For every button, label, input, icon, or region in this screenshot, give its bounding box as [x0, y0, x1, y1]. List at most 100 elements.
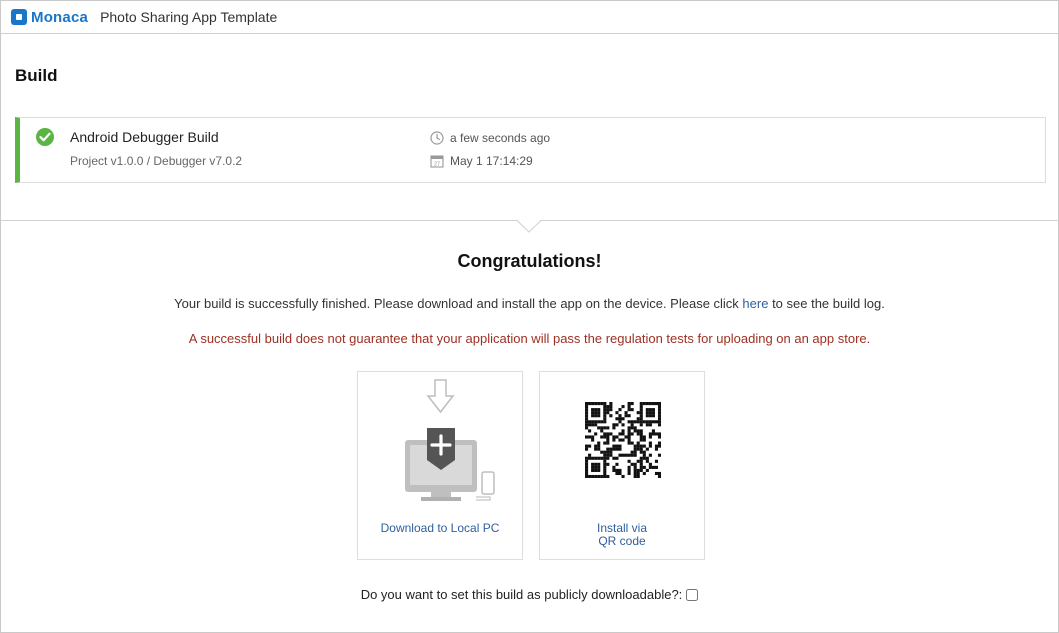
qr-module: [603, 465, 607, 469]
qr-module: [594, 462, 598, 466]
qr-module: [585, 435, 589, 439]
qr-module: [636, 417, 640, 421]
qr-module: [600, 456, 604, 460]
qr-module: [642, 444, 646, 448]
qr-module: [621, 429, 625, 433]
qr-module: [627, 468, 631, 472]
qr-module: [585, 474, 589, 478]
qr-module: [609, 432, 613, 436]
qr-module: [585, 420, 589, 424]
qr-module: [636, 420, 640, 424]
qr-module: [594, 423, 598, 427]
qr-module: [603, 450, 607, 454]
qr-module: [597, 474, 601, 478]
qr-module: [636, 471, 640, 476]
qr-module: [618, 444, 622, 448]
qr-module: [597, 456, 601, 460]
qr-module: [588, 474, 592, 478]
qr-module: [642, 471, 646, 476]
build-date-row: 27 May 1 17:14:29: [430, 154, 533, 168]
download-to-pc-button[interactable]: Download to Local PC: [357, 371, 523, 560]
qr-module: [654, 465, 659, 469]
qr-module: [615, 468, 619, 472]
qr-module: [603, 435, 607, 439]
qr-module: [645, 459, 649, 463]
qr-module: [603, 417, 607, 421]
qr-module: [585, 444, 589, 448]
qr-module: [648, 402, 652, 406]
qr-module: [639, 405, 643, 409]
qr-module: [609, 405, 613, 409]
qr-module: [633, 429, 637, 433]
qr-module: [609, 447, 613, 451]
qr-module: [651, 465, 655, 469]
qr-module: [639, 408, 643, 412]
qr-module: [621, 423, 625, 427]
qr-module: [618, 447, 622, 451]
project-title: Photo Sharing App Template: [100, 9, 278, 25]
qr-module: [648, 423, 652, 427]
qr-module: [639, 450, 643, 454]
public-download-checkbox[interactable]: [686, 588, 699, 601]
qr-module: [624, 411, 628, 415]
qr-module: [633, 444, 637, 448]
clock-icon: [430, 131, 444, 145]
public-download-label: Do you want to set this build as publicl…: [360, 587, 683, 602]
qr-module: [591, 411, 595, 415]
build-log-link[interactable]: here: [742, 296, 768, 311]
app-window: Monaca Photo Sharing App Template Build …: [0, 0, 1059, 633]
qr-module: [636, 441, 640, 445]
qr-module: [606, 435, 610, 439]
qr-module: [600, 426, 604, 430]
qr-module: [612, 435, 616, 439]
result-message: Your build is successfully finished. Ple…: [1, 296, 1058, 311]
qr-module: [591, 468, 595, 472]
qr-module: [639, 456, 643, 460]
qr-module: [627, 471, 631, 476]
qr-module: [594, 411, 598, 415]
build-version: Project v1.0.0 / Debugger v7.0.2: [70, 154, 243, 168]
qr-module: [654, 447, 659, 451]
qr-module: [639, 468, 643, 472]
qr-module: [594, 432, 598, 436]
install-via-qr-button[interactable]: Install via QR code: [539, 371, 705, 560]
qr-module: [618, 408, 622, 412]
qr-module: [594, 474, 598, 478]
monaca-logo[interactable]: Monaca: [11, 9, 88, 26]
qr-module: [654, 402, 659, 406]
qr-module: [645, 411, 649, 415]
qr-module: [588, 456, 592, 460]
qr-module: [597, 447, 601, 451]
qr-module: [621, 405, 625, 409]
qr-module: [612, 465, 616, 469]
qr-module: [603, 420, 607, 424]
qr-module: [645, 414, 649, 418]
qr-module: [627, 414, 631, 418]
qr-module: [651, 408, 655, 412]
qr-module: [657, 435, 661, 439]
qr-label: Install via QR code: [540, 522, 704, 548]
qr-module: [651, 414, 655, 418]
result-message-text-before: Your build is successfully finished. Ple…: [174, 296, 743, 311]
qr-module: [594, 444, 598, 448]
qr-module: [609, 402, 613, 406]
qr-module: [597, 411, 601, 415]
qr-module: [612, 426, 616, 430]
qr-module: [600, 435, 604, 439]
qr-module: [606, 474, 610, 478]
title-bar: Monaca Photo Sharing App Template: [1, 1, 1058, 34]
qr-module: [657, 414, 661, 418]
qr-module: [624, 414, 628, 418]
qr-module: [633, 474, 637, 478]
build-relative-time: a few seconds ago: [450, 131, 551, 145]
qr-module: [642, 465, 646, 469]
build-card: Android Debugger Build Project v1.0.0 / …: [15, 117, 1046, 183]
qr-module: [654, 432, 659, 436]
qr-module: [615, 471, 619, 476]
logo-text: Monaca: [31, 8, 89, 26]
qr-module: [585, 447, 589, 451]
qr-module: [606, 453, 610, 457]
qr-module: [627, 408, 631, 412]
qr-module: [600, 474, 604, 478]
qr-module: [648, 441, 652, 445]
